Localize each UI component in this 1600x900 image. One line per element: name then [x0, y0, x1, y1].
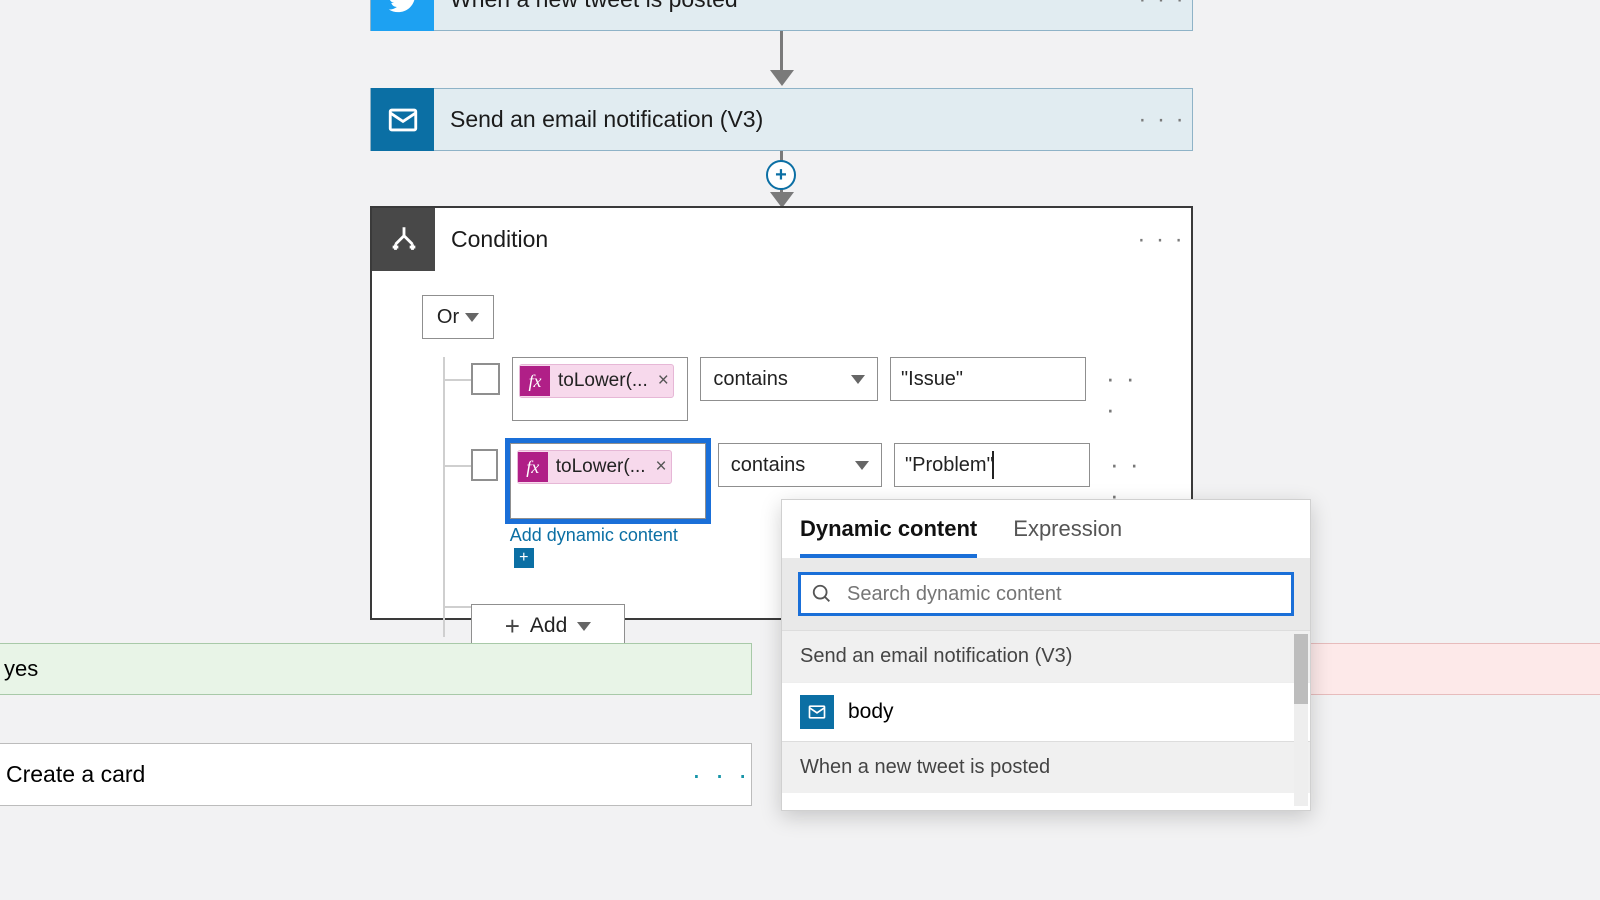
insert-step-button[interactable]: + — [766, 160, 796, 190]
text-cursor — [992, 451, 994, 479]
tree-branch — [443, 465, 471, 467]
mail-icon — [800, 695, 834, 729]
dynamic-item-label: body — [848, 700, 894, 724]
dynamic-content-panel: Dynamic content Expression Send an email… — [781, 499, 1311, 811]
create-card-action[interactable]: Create a card · · · — [0, 743, 752, 806]
scrollbar-thumb[interactable] — [1294, 634, 1308, 704]
email-action-card[interactable]: Send an email notification (V3) · · · — [370, 88, 1193, 151]
remove-expression-button[interactable]: × — [656, 456, 667, 478]
flow-canvas: When a new tweet is posted · · · Send an… — [0, 0, 1600, 900]
operator-dropdown[interactable]: contains — [718, 443, 882, 487]
expression-chip[interactable]: fx toLower(... × — [517, 450, 672, 484]
create-card-menu[interactable]: · · · — [691, 759, 751, 791]
operator-label: contains — [731, 454, 806, 477]
condition-icon — [372, 208, 435, 271]
expression-chip[interactable]: fx toLower(... × — [519, 364, 674, 398]
chevron-down-icon — [851, 375, 865, 384]
trigger-card[interactable]: When a new tweet is posted · · · — [370, 0, 1193, 31]
arrow-head-icon — [770, 70, 794, 86]
trigger-title: When a new tweet is posted — [434, 0, 1132, 13]
add-button-label: Add — [530, 614, 567, 638]
row-menu[interactable]: · · · — [1106, 363, 1151, 425]
chevron-down-icon — [855, 461, 869, 470]
row-checkbox[interactable] — [471, 363, 500, 395]
search-field[interactable] — [845, 582, 1281, 607]
email-action-menu[interactable]: · · · — [1132, 106, 1192, 134]
condition-header[interactable]: Condition · · · — [372, 208, 1191, 271]
remove-expression-button[interactable]: × — [658, 370, 669, 392]
row-checkbox[interactable] — [471, 449, 498, 481]
dynamic-item-body[interactable]: body — [782, 682, 1310, 741]
yes-branch-header[interactable]: yes — [0, 643, 752, 695]
tab-expression[interactable]: Expression — [1013, 516, 1122, 558]
left-value-input[interactable]: fx toLower(... × — [510, 443, 706, 519]
search-icon — [811, 583, 833, 605]
email-action-title: Send an email notification (V3) — [434, 106, 1132, 133]
dynamic-section-header: When a new tweet is posted — [782, 741, 1310, 793]
add-condition-button[interactable]: + Add — [471, 604, 625, 648]
right-value-input[interactable] — [890, 357, 1086, 401]
dynamic-list: Send an email notification (V3) body Whe… — [782, 630, 1310, 810]
yes-label: yes — [4, 656, 38, 682]
operator-dropdown[interactable]: contains — [700, 357, 878, 401]
plus-icon: + — [514, 548, 534, 568]
connector-arrow — [780, 31, 783, 71]
chevron-down-icon — [577, 622, 591, 631]
expression-text: toLower(... — [558, 370, 648, 392]
group-operator-label: Or — [437, 306, 459, 329]
dynamic-section-header: Send an email notification (V3) — [782, 630, 1310, 682]
condition-title: Condition — [435, 226, 1131, 253]
trigger-menu[interactable]: · · · — [1132, 0, 1192, 14]
chevron-down-icon — [465, 313, 479, 322]
tree-branch — [443, 379, 471, 381]
plus-icon: + — [505, 611, 520, 642]
condition-row: fx toLower(... × contains · · · — [443, 357, 1151, 425]
operator-label: contains — [713, 368, 788, 391]
twitter-icon — [371, 0, 434, 31]
tab-dynamic-content[interactable]: Dynamic content — [800, 516, 977, 558]
left-value-input[interactable]: fx toLower(... × — [512, 357, 688, 421]
tree-branch — [443, 606, 471, 608]
group-operator-dropdown[interactable]: Or — [422, 295, 494, 339]
create-card-title: Create a card — [0, 761, 691, 788]
condition-menu[interactable]: · · · — [1131, 226, 1191, 254]
fx-icon: fx — [520, 366, 550, 396]
mail-icon — [371, 88, 434, 151]
add-dynamic-content-link[interactable]: Add dynamic content + — [510, 525, 706, 568]
dynamic-search-input[interactable] — [798, 572, 1294, 616]
dynamic-tabs: Dynamic content Expression — [782, 500, 1310, 558]
fx-icon: fx — [518, 452, 548, 482]
expression-text: toLower(... — [556, 456, 646, 478]
